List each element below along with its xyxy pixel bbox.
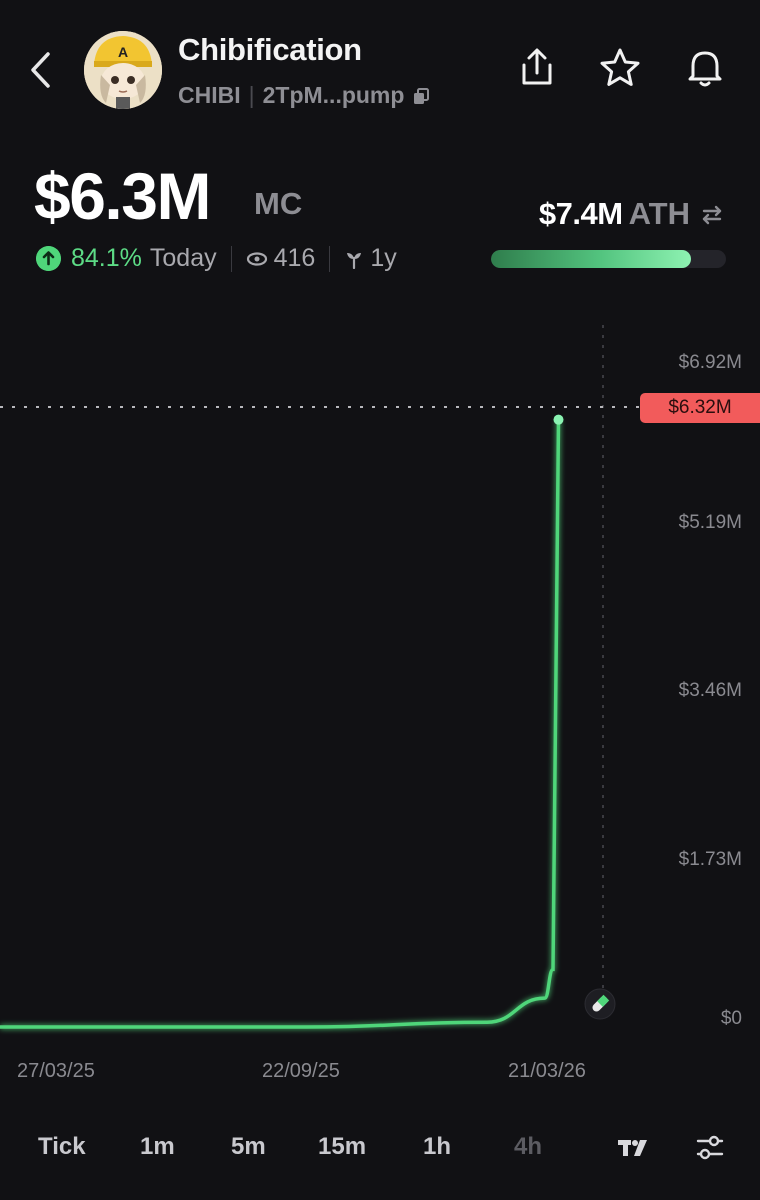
y-tick-label: $3.46M bbox=[678, 680, 742, 701]
change-percent: 84.1% bbox=[71, 244, 142, 272]
age-stat: 1y bbox=[344, 244, 397, 273]
bell-icon[interactable] bbox=[682, 45, 728, 91]
arrow-up-icon bbox=[36, 246, 61, 271]
copy-icon[interactable] bbox=[411, 86, 431, 106]
ath-block[interactable]: $7.4M ATH bbox=[539, 196, 724, 232]
pill-icon[interactable] bbox=[584, 988, 616, 1020]
y-tick-label: $5.19M bbox=[678, 512, 742, 533]
tradingview-icon[interactable] bbox=[616, 1137, 652, 1159]
price-chart[interactable]: $6.92M $6.32M $5.19M $3.46M $1.73M $0 bbox=[0, 300, 760, 1100]
stats-row: 84.1% Today 416 1y bbox=[36, 244, 397, 273]
timeframe-15m[interactable]: 15m bbox=[318, 1133, 366, 1161]
back-icon[interactable] bbox=[26, 48, 56, 92]
stats-divider bbox=[230, 245, 232, 272]
token-avatar: A bbox=[84, 31, 162, 109]
swap-icon[interactable] bbox=[700, 202, 724, 226]
timeframe-1h[interactable]: 1h bbox=[423, 1133, 451, 1161]
sprout-icon bbox=[347, 252, 362, 269]
eye-icon bbox=[246, 251, 267, 266]
svg-text:A: A bbox=[118, 44, 128, 60]
chart-settings-icon[interactable] bbox=[694, 1132, 726, 1164]
y-tick-label: $1.73M bbox=[678, 849, 742, 870]
subtitle-divider: | bbox=[248, 82, 255, 108]
market-cap-unit: MC bbox=[254, 186, 303, 221]
timeframe-4h[interactable]: 4h bbox=[514, 1133, 542, 1161]
token-header: A Chibification CHIBI | 2TpM...pump bbox=[0, 0, 760, 140]
token-age: 1y bbox=[370, 244, 397, 272]
current-price-tag: $6.32M bbox=[640, 393, 760, 423]
token-subtitle: CHIBI | 2TpM...pump bbox=[178, 82, 431, 109]
timeframe-tick[interactable]: Tick bbox=[38, 1133, 86, 1161]
x-tick-label: 21/03/26 bbox=[508, 1060, 586, 1082]
holders-stat: 416 bbox=[246, 244, 316, 273]
token-title: Chibification bbox=[178, 32, 362, 67]
holders-count: 416 bbox=[273, 244, 316, 272]
ath-value: $7.4M bbox=[538, 196, 623, 231]
x-tick-label: 22/09/25 bbox=[262, 1060, 340, 1082]
x-tick-label: 27/03/25 bbox=[17, 1060, 95, 1082]
y-tick-label: $0 bbox=[720, 1008, 742, 1029]
y-tick-label: $6.92M bbox=[678, 352, 742, 373]
market-cap-value: $6.3M bbox=[34, 159, 211, 233]
timeframe-1m[interactable]: 1m bbox=[140, 1133, 175, 1161]
timeframe-5m[interactable]: 5m bbox=[231, 1133, 266, 1161]
token-ticker: CHIBI bbox=[178, 82, 241, 108]
ath-progress-bar bbox=[491, 250, 726, 268]
share-icon[interactable] bbox=[514, 45, 560, 91]
current-price-point bbox=[553, 414, 564, 425]
series-line bbox=[0, 419, 561, 1029]
change-period: Today bbox=[149, 244, 217, 272]
ath-label: ATH bbox=[628, 196, 690, 231]
contract-address[interactable]: 2TpM...pump bbox=[263, 82, 405, 109]
ath-progress-fill bbox=[491, 250, 691, 268]
stats-divider bbox=[329, 245, 331, 272]
star-icon[interactable] bbox=[597, 45, 643, 91]
